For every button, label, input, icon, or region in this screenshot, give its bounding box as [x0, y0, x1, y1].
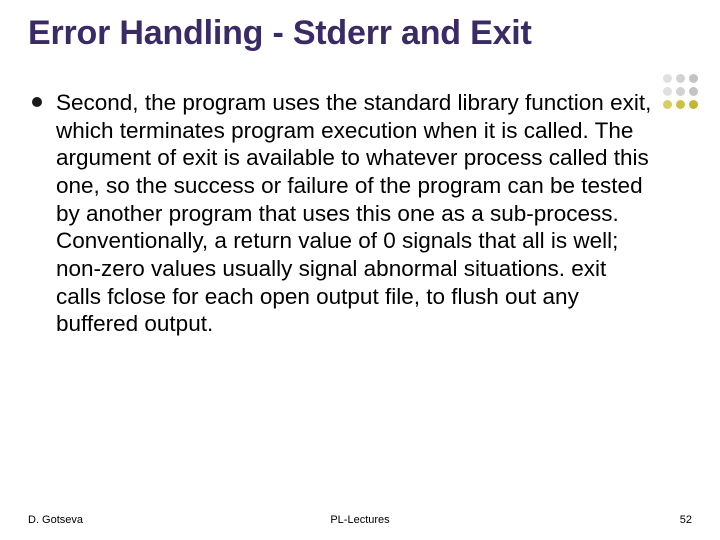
bullet-icon	[32, 97, 42, 107]
bullet-item: Second, the program uses the standard li…	[28, 89, 692, 338]
dot-icon	[676, 87, 685, 96]
dot-icon	[663, 74, 672, 83]
footer-page-number: 52	[680, 514, 692, 526]
dot-row	[663, 87, 698, 96]
dot-icon	[676, 100, 685, 109]
dot-row	[663, 74, 698, 83]
footer: D. Gotseva PL-Lectures 52	[0, 514, 720, 526]
dot-icon	[689, 74, 698, 83]
dot-icon	[663, 87, 672, 96]
slide: Error Handling - Stderr and Exit Second,…	[0, 0, 720, 540]
dot-icon	[689, 100, 698, 109]
footer-author: D. Gotseva	[28, 514, 83, 526]
bullet-text: Second, the program uses the standard li…	[56, 89, 656, 338]
dot-icon	[663, 100, 672, 109]
decorative-dots	[663, 74, 698, 109]
dot-icon	[689, 87, 698, 96]
dot-row	[663, 100, 698, 109]
footer-center: PL-Lectures	[330, 514, 389, 526]
slide-title: Error Handling - Stderr and Exit	[28, 14, 692, 53]
dot-icon	[676, 74, 685, 83]
